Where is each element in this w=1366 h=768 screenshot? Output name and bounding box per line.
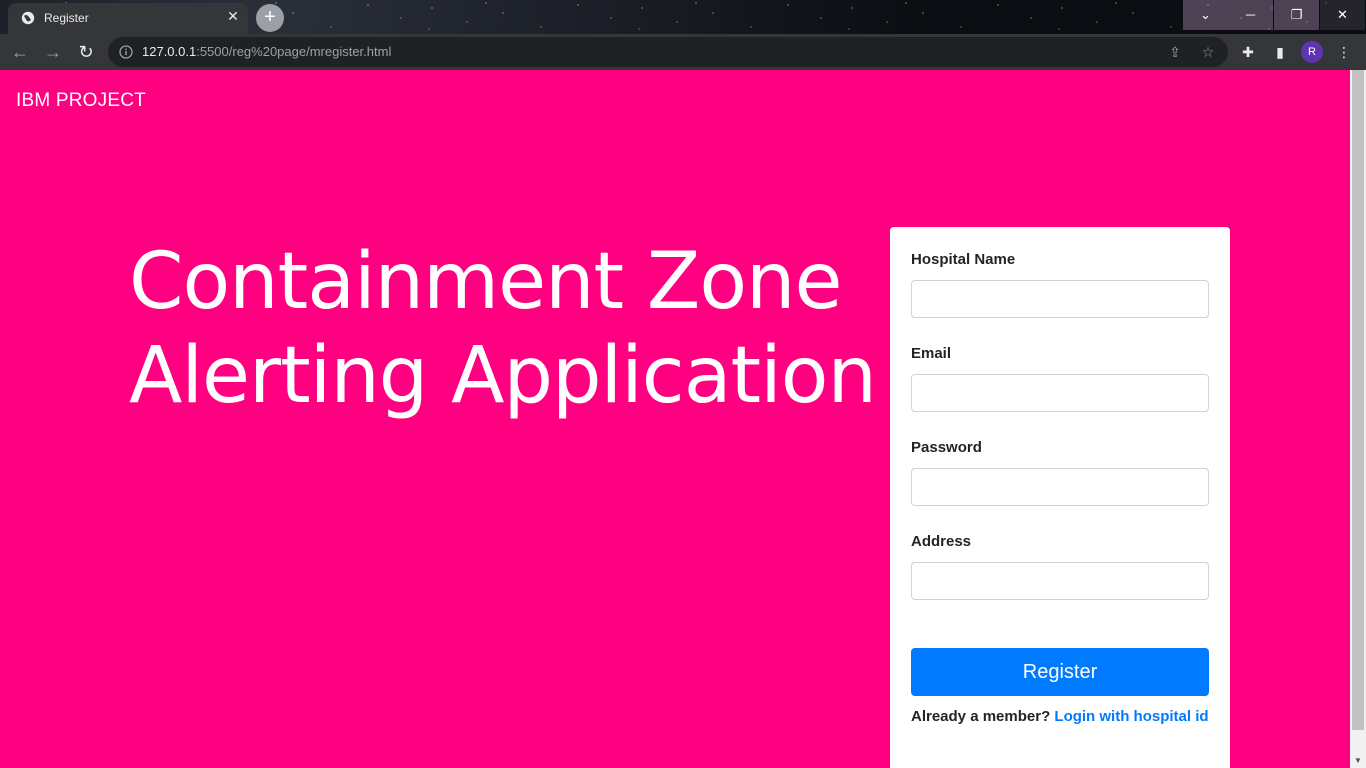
reload-icon[interactable]: ↻: [75, 41, 97, 63]
tab-search-icon[interactable]: ⌄: [1183, 0, 1228, 30]
tab-title: Register: [44, 11, 89, 25]
hero-title: Containment Zone Alerting Application: [129, 235, 877, 423]
email-input[interactable]: [911, 374, 1209, 412]
side-panel-icon[interactable]: ▮: [1270, 42, 1290, 62]
address-input[interactable]: [911, 562, 1209, 600]
hospital-name-label: Hospital Name: [911, 251, 1016, 268]
address-label: Address: [911, 533, 972, 550]
forward-arrow-icon[interactable]: →: [42, 41, 64, 63]
email-label: Email: [911, 345, 952, 362]
address-bar[interactable]: 127.0.0.1:5500/reg%20page/mregister.html…: [108, 37, 1228, 67]
restore-icon[interactable]: ❐: [1274, 0, 1319, 30]
hero-line-1: Containment Zone: [129, 237, 842, 327]
login-prompt: Already a member? Login with hospital id: [911, 705, 1211, 729]
back-arrow-icon[interactable]: ←: [9, 41, 31, 63]
scroll-down-arrow-icon[interactable]: ▼: [1350, 754, 1366, 768]
url-text[interactable]: 127.0.0.1:5500/reg%20page/mregister.html: [142, 44, 391, 59]
globe-icon: [21, 11, 35, 25]
register-form-card: Hospital Name Email Password Address Reg…: [890, 227, 1230, 768]
register-button[interactable]: Register: [911, 648, 1209, 696]
browser-tab[interactable]: Register ✕: [8, 3, 248, 34]
login-link[interactable]: Login with hospital id: [1054, 708, 1208, 725]
browser-toolbar: ← → ↻ 127.0.0.1:5500/reg%20page/mregiste…: [0, 34, 1366, 70]
close-tab-icon[interactable]: ✕: [226, 9, 240, 23]
window-close-icon[interactable]: ✕: [1320, 0, 1365, 30]
already-member-text: Already a member?: [911, 708, 1051, 725]
more-menu-icon[interactable]: ⋮: [1334, 42, 1354, 62]
profile-avatar[interactable]: R: [1301, 41, 1323, 63]
info-icon[interactable]: [119, 45, 133, 59]
new-tab-button[interactable]: +: [256, 4, 284, 32]
url-path: :5500/reg%20page/mregister.html: [196, 44, 392, 59]
scrollbar-thumb[interactable]: [1352, 70, 1364, 730]
password-label: Password: [911, 439, 982, 456]
hero-line-2: Alerting Application: [129, 331, 877, 421]
password-input[interactable]: [911, 468, 1209, 506]
page-viewport: IBM PROJECT Containment Zone Alerting Ap…: [0, 70, 1350, 768]
url-host: 127.0.0.1: [142, 44, 197, 59]
browser-title-bar: Register ✕ + ⌄ ─ ❐ ✕: [0, 0, 1366, 34]
hospital-name-input[interactable]: [911, 280, 1209, 318]
bookmark-star-icon[interactable]: ☆: [1199, 43, 1217, 61]
minimize-icon[interactable]: ─: [1228, 0, 1273, 30]
navbar-brand[interactable]: IBM PROJECT: [16, 90, 146, 112]
share-icon[interactable]: ⇪: [1166, 43, 1184, 61]
vertical-scrollbar[interactable]: ▼: [1350, 70, 1366, 768]
extensions-puzzle-icon[interactable]: ✚: [1238, 42, 1258, 62]
